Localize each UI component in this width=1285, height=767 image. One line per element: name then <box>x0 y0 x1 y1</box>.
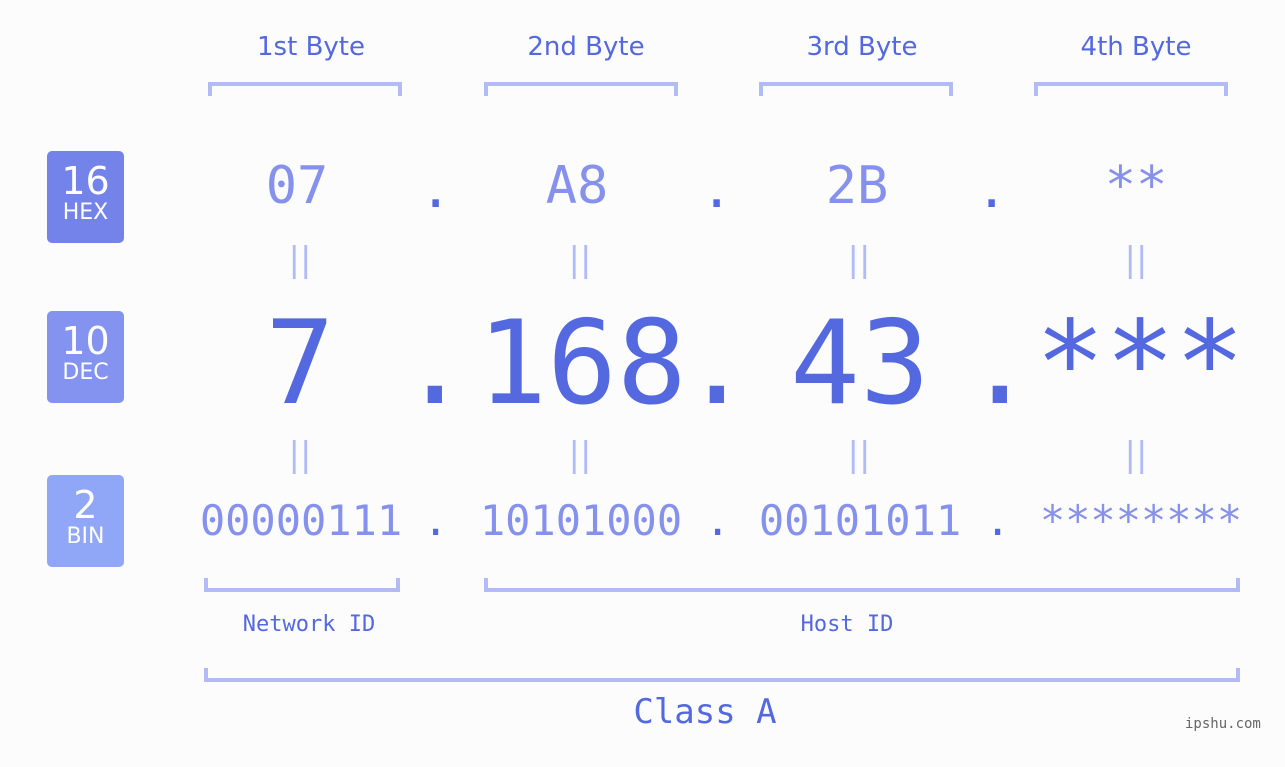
dec-badge: 10 DEC <box>47 311 124 403</box>
byte-bracket-2 <box>484 82 678 96</box>
bin-separator-1: . <box>423 496 449 545</box>
dec-base-number: 10 <box>61 319 110 363</box>
dec-value-4: *** <box>1035 296 1245 431</box>
dec-value-1: 7 <box>265 296 335 431</box>
hex-value-2: A8 <box>545 156 609 216</box>
byte-heading-3: 3rd Byte <box>806 32 918 62</box>
dec-separator-3: . <box>965 296 1035 431</box>
equals-sign: || <box>568 240 592 280</box>
class-bracket <box>204 668 1240 682</box>
bin-base-label: BIN <box>66 524 105 549</box>
hex-separator-1: . <box>420 160 452 220</box>
equals-sign: || <box>847 435 871 475</box>
equals-sign: || <box>288 435 312 475</box>
bin-value-3: 00101011 <box>758 496 962 545</box>
hex-value-1: 07 <box>265 156 329 216</box>
dec-value-3: 43 <box>790 296 930 431</box>
bin-badge: 2 BIN <box>47 475 124 567</box>
bin-separator-3: . <box>985 496 1011 545</box>
byte-heading-2: 2nd Byte <box>527 32 645 62</box>
dec-separator-1: . <box>400 296 470 431</box>
bin-separator-2: . <box>705 496 731 545</box>
byte-heading-1: 1st Byte <box>257 32 365 62</box>
dec-separator-2: . <box>682 296 752 431</box>
hex-base-number: 16 <box>61 159 110 203</box>
bin-value-2: 10101000 <box>479 496 683 545</box>
equals-sign: || <box>847 240 871 280</box>
equals-sign: || <box>1124 435 1148 475</box>
equals-sign: || <box>568 435 592 475</box>
byte-bracket-1 <box>208 82 402 96</box>
hex-separator-2: . <box>701 160 733 220</box>
equals-sign: || <box>288 240 312 280</box>
watermark: ipshu.com <box>1185 716 1261 732</box>
network-id-bracket <box>204 578 400 592</box>
host-id-label: Host ID <box>800 612 894 637</box>
host-id-bracket <box>484 578 1240 592</box>
hex-value-4: ** <box>1104 156 1168 216</box>
hex-badge: 16 HEX <box>47 151 124 243</box>
bin-base-number: 2 <box>73 483 98 527</box>
class-label: Class A <box>633 692 777 732</box>
byte-heading-4: 4th Byte <box>1080 32 1192 62</box>
dec-value-2: 168 <box>477 296 687 431</box>
hex-base-label: HEX <box>62 200 109 225</box>
byte-bracket-3 <box>759 82 953 96</box>
network-id-label: Network ID <box>242 612 376 637</box>
hex-value-3: 2B <box>825 156 889 216</box>
byte-bracket-4 <box>1034 82 1228 96</box>
equals-sign: || <box>1124 240 1148 280</box>
hex-separator-3: . <box>976 160 1008 220</box>
bin-value-1: 00000111 <box>199 496 403 545</box>
dec-base-label: DEC <box>62 360 109 385</box>
bin-value-4: ******** <box>1039 496 1243 545</box>
